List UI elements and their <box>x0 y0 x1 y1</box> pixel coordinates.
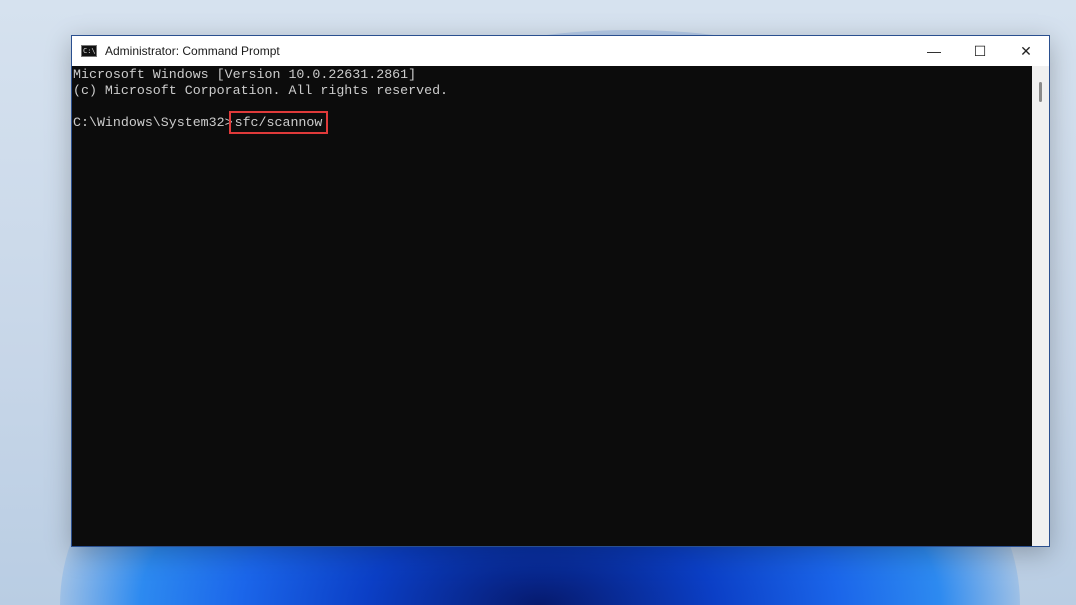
terminal-line: Microsoft Windows [Version 10.0.22631.28… <box>73 67 417 82</box>
scrollbar-thumb[interactable] <box>1039 82 1042 102</box>
vertical-scrollbar[interactable] <box>1032 66 1049 546</box>
terminal-line: (c) Microsoft Corporation. All rights re… <box>73 83 449 98</box>
window-title: Administrator: Command Prompt <box>105 44 280 58</box>
highlighted-command: sfc/scannow <box>228 111 329 134</box>
terminal-output[interactable]: Microsoft Windows [Version 10.0.22631.28… <box>72 66 1032 546</box>
prompt-line: C:\Windows\System32> sfc/scannow <box>73 111 1032 134</box>
close-button[interactable]: ✕ <box>1003 36 1049 66</box>
command-prompt-window: C:\. Administrator: Command Prompt — ☐ ✕… <box>71 35 1050 547</box>
minimize-button[interactable]: — <box>911 36 957 66</box>
title-bar[interactable]: C:\. Administrator: Command Prompt — ☐ ✕ <box>72 36 1049 66</box>
cmd-app-icon: C:\. <box>81 45 97 57</box>
maximize-button[interactable]: ☐ <box>957 36 1003 66</box>
prompt: C:\Windows\System32> <box>73 115 233 130</box>
